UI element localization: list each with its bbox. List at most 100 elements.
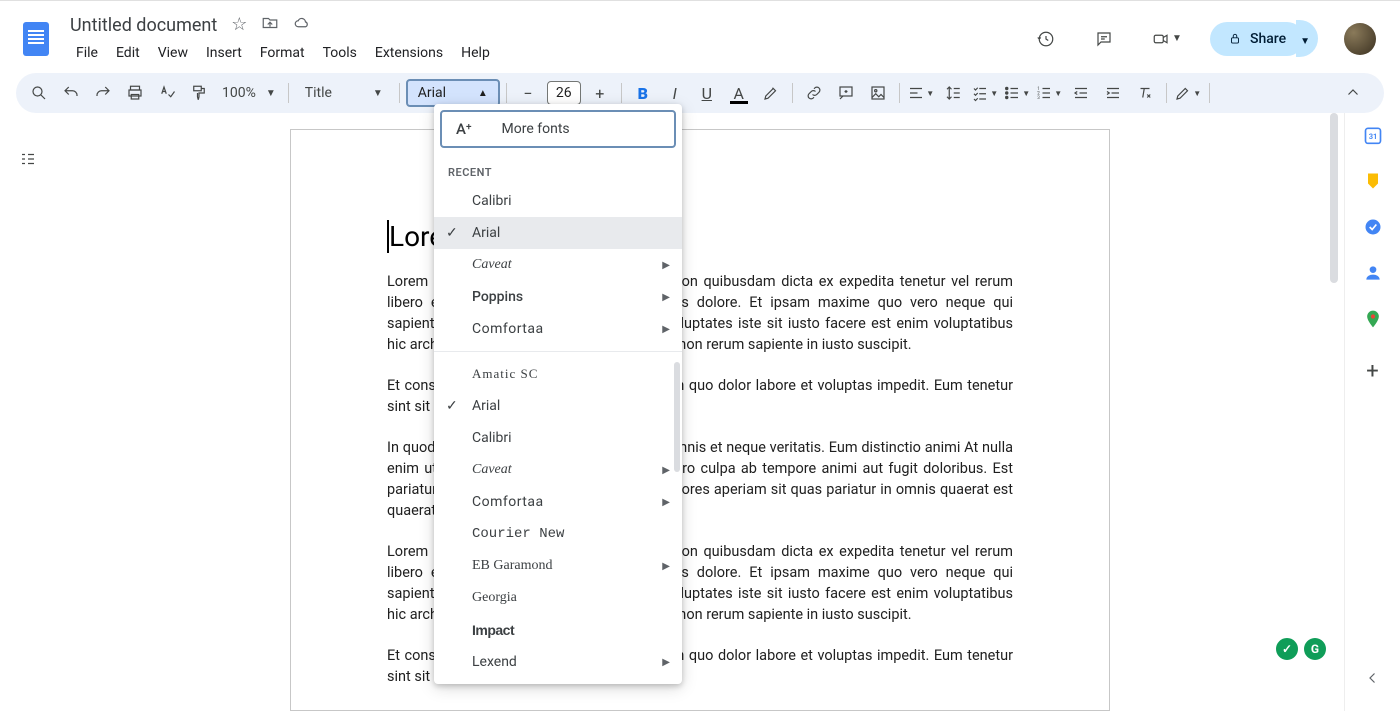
submenu-arrow-icon: ▶ xyxy=(662,465,670,476)
font-option-caveat[interactable]: Caveat▶ xyxy=(434,249,682,281)
docs-logo[interactable] xyxy=(16,19,56,59)
meet-icon[interactable]: ▼ xyxy=(1142,19,1192,59)
paint-format-icon[interactable] xyxy=(184,78,214,108)
grammarly-icon[interactable]: G xyxy=(1304,638,1326,660)
history-icon[interactable] xyxy=(1026,19,1066,59)
line-spacing-dropdown[interactable] xyxy=(938,78,968,108)
font-option-impact[interactable]: Impact xyxy=(434,614,682,646)
bulleted-list-dropdown[interactable]: ▼ xyxy=(1002,78,1032,108)
font-option-eb-garamond[interactable]: EB Garamond ▶ xyxy=(434,550,682,582)
menu-file[interactable]: File xyxy=(68,41,106,65)
extension-badge-1[interactable]: ✓ xyxy=(1276,638,1298,660)
check-icon: ✓ xyxy=(446,225,458,241)
font-option-caveat[interactable]: Caveat ▶ xyxy=(434,454,682,486)
font-label: Calibri xyxy=(472,193,512,209)
document-title[interactable]: Untitled document xyxy=(70,15,217,36)
document-canvas[interactable]: Lorem Lorem ipsum dolor sit amet. Et por… xyxy=(56,113,1344,711)
insert-link-icon[interactable] xyxy=(799,78,829,108)
keep-icon[interactable] xyxy=(1363,171,1383,191)
share-button[interactable]: Share xyxy=(1210,22,1304,56)
app-header: Untitled document ☆ File Edit View Inser… xyxy=(0,4,1400,65)
menu-scrollbar[interactable] xyxy=(674,362,680,472)
comments-icon[interactable] xyxy=(1084,19,1124,59)
increase-indent-icon[interactable] xyxy=(1098,78,1128,108)
decrease-indent-icon[interactable] xyxy=(1066,78,1096,108)
extension-badges: ✓ G xyxy=(1276,638,1326,660)
submenu-arrow-icon: ▶ xyxy=(662,657,670,668)
font-size-input[interactable] xyxy=(547,81,581,105)
font-label: Comfortaa xyxy=(472,321,544,337)
share-dropdown[interactable]: ▼ xyxy=(1296,20,1318,57)
clear-formatting-icon[interactable] xyxy=(1130,78,1160,108)
font-option-courier-new[interactable]: Courier New xyxy=(434,518,682,550)
font-option-comfortaa[interactable]: Comfortaa▶ xyxy=(434,313,682,345)
contacts-icon[interactable] xyxy=(1363,263,1383,283)
more-fonts-button[interactable]: A+ More fonts xyxy=(440,110,676,148)
menu-tools[interactable]: Tools xyxy=(315,41,365,65)
numbered-list-dropdown[interactable]: 123▼ xyxy=(1034,78,1064,108)
recent-section-label: RECENT xyxy=(434,154,682,185)
font-option-poppins[interactable]: Poppins▶ xyxy=(434,281,682,313)
font-option-arial[interactable]: ✓ Arial xyxy=(434,390,682,422)
text-color-button[interactable]: A xyxy=(724,78,754,108)
font-family-dropdown[interactable]: Arial▲ xyxy=(406,79,500,107)
font-option-comfortaa[interactable]: Comfortaa▶ xyxy=(434,486,682,518)
calendar-icon[interactable]: 31 xyxy=(1363,125,1383,145)
collapse-toolbar-icon[interactable] xyxy=(1338,78,1368,108)
menu-view[interactable]: View xyxy=(150,41,196,65)
share-label: Share xyxy=(1250,31,1286,47)
highlight-button[interactable] xyxy=(756,78,786,108)
vertical-scrollbar[interactable] xyxy=(1330,113,1338,283)
undo-icon[interactable] xyxy=(56,78,86,108)
search-icon[interactable] xyxy=(24,78,54,108)
font-option-lexend[interactable]: Lexend ▶ xyxy=(434,646,682,678)
insert-image-icon[interactable] xyxy=(863,78,893,108)
spellcheck-icon[interactable] xyxy=(152,78,182,108)
zoom-dropdown[interactable]: 100%▼ xyxy=(216,85,282,101)
font-option-amatic-sc[interactable]: Amatic SC xyxy=(434,358,682,390)
font-option-calibri[interactable]: Calibri xyxy=(434,185,682,217)
font-label: Caveat xyxy=(472,257,512,273)
more-fonts-label: More fonts xyxy=(502,121,570,137)
star-icon[interactable]: ☆ xyxy=(231,14,247,37)
font-label: Comfortaa xyxy=(472,494,544,510)
font-label: Calibri xyxy=(472,430,512,446)
menu-edit[interactable]: Edit xyxy=(108,41,148,65)
move-icon[interactable] xyxy=(261,14,279,37)
checklist-dropdown[interactable]: ▼ xyxy=(970,78,1000,108)
menu-extensions[interactable]: Extensions xyxy=(367,41,451,65)
font-option-calibri[interactable]: Calibri xyxy=(434,422,682,454)
show-outline-icon[interactable] xyxy=(12,143,44,175)
font-label: Lexend xyxy=(472,654,517,670)
add-comment-icon[interactable] xyxy=(831,78,861,108)
redo-icon[interactable] xyxy=(88,78,118,108)
paragraph-style-dropdown[interactable]: Title▼ xyxy=(295,85,393,101)
get-addons-icon[interactable]: + xyxy=(1363,361,1383,381)
font-option-arial[interactable]: ✓ Arial xyxy=(434,217,682,249)
check-icon: ✓ xyxy=(446,398,458,414)
editing-mode-dropdown[interactable]: ▼ xyxy=(1173,78,1203,108)
align-dropdown[interactable]: ▼ xyxy=(906,78,936,108)
page: Lorem Lorem ipsum dolor sit amet. Et por… xyxy=(290,129,1110,711)
cloud-status-icon[interactable] xyxy=(293,14,311,37)
menu-format[interactable]: Format xyxy=(252,41,313,65)
side-panel: 31 + xyxy=(1344,113,1400,711)
font-label: EB Garamond xyxy=(472,558,552,574)
menu-insert[interactable]: Insert xyxy=(198,41,250,65)
font-label: Courier New xyxy=(472,526,564,542)
paragraph[interactable]: In quod dolore ut autem autem qui quaera… xyxy=(387,707,1013,711)
tasks-icon[interactable] xyxy=(1363,217,1383,237)
user-avatar[interactable] xyxy=(1344,23,1376,55)
print-icon[interactable] xyxy=(120,78,150,108)
font-label: Arial xyxy=(472,398,500,414)
menu-help[interactable]: Help xyxy=(453,41,498,65)
maps-icon[interactable] xyxy=(1363,309,1383,329)
expand-side-panel-icon[interactable] xyxy=(1364,669,1382,691)
submenu-arrow-icon: ▶ xyxy=(662,561,670,572)
toolbar: 100%▼ Title▼ Arial▲ − + B I U A ▼ ▼ ▼ 12… xyxy=(16,73,1384,113)
underline-button[interactable]: U xyxy=(692,78,722,108)
font-label: Caveat xyxy=(472,462,512,478)
submenu-arrow-icon: ▶ xyxy=(662,292,670,303)
font-option-georgia[interactable]: Georgia xyxy=(434,582,682,614)
font-label: Arial xyxy=(472,225,500,241)
